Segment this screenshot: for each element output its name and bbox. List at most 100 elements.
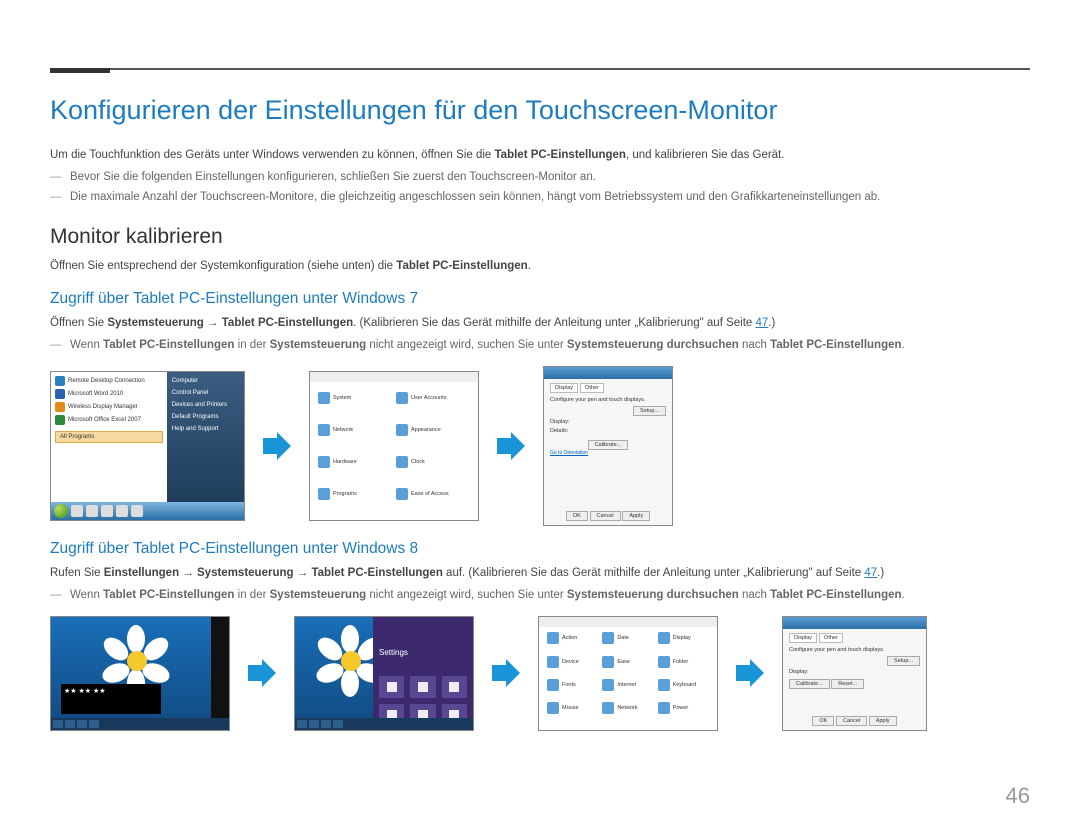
t: nicht angezeigt wird, suchen Sie unter: [366, 589, 567, 601]
w7-pre: Öffnen Sie: [50, 317, 107, 329]
win7-note: Wenn Tablet PC-Einstellungen in der Syst…: [50, 336, 1030, 356]
intro-bold: Tablet PC-Einstellungen: [495, 149, 626, 161]
orientation-link: Go to Orientation: [550, 450, 666, 456]
intro-note-2: Die maximale Anzahl der Touchscreen-Moni…: [50, 188, 1030, 208]
flow-arrow-icon: [493, 428, 529, 464]
win7-instruction: Öffnen Sie Systemsteuerung → Tablet PC-E…: [50, 314, 1030, 332]
win8-note-item: Wenn Tablet PC-Einstellungen in der Syst…: [50, 586, 1030, 606]
calibrate-intro: Öffnen Sie entsprechend der Systemkonfig…: [50, 257, 1030, 275]
intro-notes: Bevor Sie die folgenden Einstellungen ko…: [50, 168, 1030, 207]
w8-s2: Systemsteuerung: [197, 567, 294, 579]
win8-instruction: Rufen Sie Einstellungen → Systemsteuerun…: [50, 564, 1030, 582]
page-title: Konfigurieren der Einstellungen für den …: [50, 95, 1030, 126]
w8-post2: .): [877, 567, 884, 579]
arrow-icon: →: [207, 317, 219, 329]
r: Default Programs: [172, 414, 239, 420]
t: Wenn: [70, 339, 103, 351]
t: .: [902, 339, 905, 351]
screenshot-win8-charm-settings: Settings: [294, 616, 474, 731]
calibrate-button: Calibrate...: [789, 679, 830, 689]
dlg-text: Configure your pen and touch displays.: [550, 397, 666, 403]
w7-post: . (Kalibrieren Sie das Gerät mithilfe de…: [353, 317, 755, 329]
w8-s1: Einstellungen: [104, 567, 179, 579]
apply-button: Apply: [622, 511, 650, 521]
page-ref-link[interactable]: 47: [756, 317, 769, 329]
start-item: Remote Desktop Connection: [68, 378, 145, 384]
sub-pre: Öffnen Sie entsprechend der Systemkonfig…: [50, 260, 396, 272]
intro-post: , und kalibrieren Sie das Gerät.: [626, 149, 785, 161]
calibrate-button: Calibrate...: [588, 440, 629, 450]
start-item: Microsoft Word 2010: [68, 391, 123, 397]
t: in der: [234, 589, 269, 601]
w8-post: auf. (Kalibrieren Sie das Gerät mithilfe…: [443, 567, 865, 579]
page-ref-link[interactable]: 47: [864, 567, 877, 579]
r: Control Panel: [172, 390, 239, 396]
t: Systemsteuerung: [270, 589, 367, 601]
r: Devices and Printers: [172, 402, 239, 408]
t: nach: [739, 589, 770, 601]
l: Details:: [550, 428, 568, 434]
t: nicht angezeigt wird, suchen Sie unter: [366, 339, 567, 351]
t: nach: [739, 339, 770, 351]
desktop-widget: ★★ ★★ ★★: [61, 684, 161, 714]
ok-button: OK: [566, 511, 588, 521]
r: Computer: [172, 378, 239, 384]
intro-paragraph: Um die Touchfunktion des Geräts unter Wi…: [50, 146, 1030, 164]
t: Tablet PC-Einstellungen: [770, 589, 901, 601]
cancel-button: Cancel: [590, 511, 621, 521]
w8-pre: Rufen Sie: [50, 567, 104, 579]
t: .: [902, 589, 905, 601]
reset-button: Reset...: [831, 679, 864, 689]
intro-pre: Um die Touchfunktion des Geräts unter Wi…: [50, 149, 495, 161]
win8-flow: ★★ ★★ ★★ Settings ActionDateDisplay Devi…: [50, 616, 1030, 731]
flow-arrow-icon: [488, 655, 524, 691]
w8-s3: Tablet PC-Einstellungen: [311, 567, 442, 579]
l: Display:: [789, 669, 809, 675]
screenshot-win7-controlpanel: SystemUser Accounts NetworkAppearance Ha…: [309, 371, 479, 521]
apply-button: Apply: [869, 716, 897, 726]
t: in der: [234, 339, 269, 351]
w7-tpc: Tablet PC-Einstellungen: [222, 317, 353, 329]
ok-button: OK: [812, 716, 834, 726]
flow-arrow-icon: [244, 655, 280, 691]
page-number: 46: [1006, 783, 1030, 809]
w7-cp: Systemsteuerung: [107, 317, 204, 329]
setup-button: Setup...: [633, 406, 666, 416]
all-programs: All Programs: [55, 431, 163, 443]
top-divider: [50, 68, 1030, 70]
cancel-button: Cancel: [836, 716, 867, 726]
t: Tablet PC-Einstellungen: [770, 339, 901, 351]
screenshot-win8-tabletpc-dialog: DisplayOther Configure your pen and touc…: [782, 616, 927, 731]
tab: Display: [789, 633, 817, 643]
t: Systemsteuerung: [270, 339, 367, 351]
screenshot-win8-controlpanel: ActionDateDisplay DeviceEaseFolder Fonts…: [538, 616, 718, 731]
win7-flow: Remote Desktop Connection Microsoft Word…: [50, 366, 1030, 526]
t: Tablet PC-Einstellungen: [103, 589, 234, 601]
screenshot-win8-desktop: ★★ ★★ ★★: [50, 616, 230, 731]
t: Wenn: [70, 589, 103, 601]
t: Systemsteuerung durchsuchen: [567, 339, 739, 351]
start-item: Wireless Display Manager: [68, 404, 138, 410]
sub-post: .: [528, 260, 531, 272]
settings-header: Settings: [379, 648, 467, 657]
t: Systemsteuerung durchsuchen: [567, 589, 739, 601]
flow-arrow-icon: [732, 655, 768, 691]
win7-note-item: Wenn Tablet PC-Einstellungen in der Syst…: [50, 336, 1030, 356]
flow-arrow-icon: [259, 428, 295, 464]
tab: Display: [550, 383, 578, 393]
t: Tablet PC-Einstellungen: [103, 339, 234, 351]
tab: Other: [819, 633, 843, 643]
start-item: Microsoft Office Excel 2007: [68, 417, 141, 423]
r: Help and Support: [172, 426, 239, 432]
l: Display:: [550, 419, 570, 425]
calibrate-heading: Monitor kalibrieren: [50, 225, 1030, 249]
win7-heading: Zugriff über Tablet PC-Einstellungen unt…: [50, 290, 1030, 308]
arrow-icon: →: [297, 567, 309, 579]
screenshot-win7-tabletpc-dialog: DisplayOther Configure your pen and touc…: [543, 366, 673, 526]
intro-note-1: Bevor Sie die folgenden Einstellungen ko…: [50, 168, 1030, 188]
win8-note: Wenn Tablet PC-Einstellungen in der Syst…: [50, 586, 1030, 606]
tab: Other: [580, 383, 604, 393]
w7-post2: .): [768, 317, 775, 329]
dlg-text: Configure your pen and touch displays.: [789, 647, 920, 653]
sub-bold: Tablet PC-Einstellungen: [396, 260, 527, 272]
